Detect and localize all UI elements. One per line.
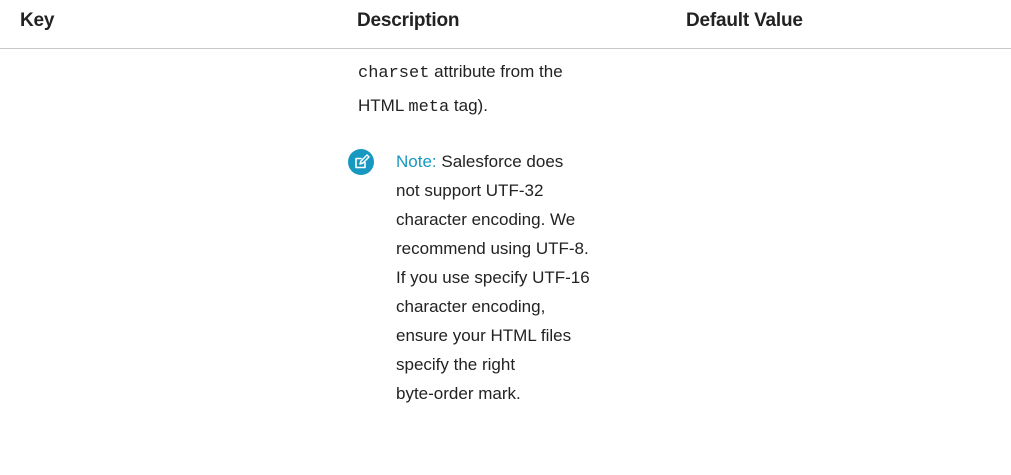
note-line: If you use specify UTF-16: [396, 268, 590, 287]
description-text: attribute from the: [429, 62, 563, 81]
note-label: Note:: [396, 152, 437, 171]
code-charset: charset: [358, 64, 430, 83]
note-line: byte-order mark.: [396, 384, 521, 403]
note-line: not support UTF-32: [396, 181, 544, 200]
note-line: character encoding,: [396, 297, 546, 316]
header-key: Key: [20, 10, 55, 31]
description-cell: charset attribute from the HTML meta tag…: [358, 56, 658, 124]
description-line: HTML meta tag).: [358, 90, 658, 124]
note-line: Note: Salesforce does: [396, 147, 666, 176]
note-line: recommend using UTF-8.: [396, 239, 589, 258]
header-default-value: Default Value: [686, 10, 803, 31]
note-line: specify the right: [396, 355, 516, 374]
code-meta: meta: [408, 98, 450, 117]
edit-note-icon: [348, 149, 374, 175]
note-text: Note: Salesforce does not support UTF-32…: [396, 147, 666, 408]
note-line: ensure your HTML files: [396, 326, 572, 345]
description-line: charset attribute from the: [358, 56, 658, 90]
header-divider: [0, 48, 1011, 49]
description-text: HTML: [358, 96, 409, 115]
note-line: character encoding. We: [396, 210, 576, 229]
description-text: tag).: [449, 96, 488, 115]
note-line-text: Salesforce does: [436, 152, 564, 171]
header-description: Description: [357, 10, 460, 31]
table-header-row: Key Description Default Value: [0, 0, 1011, 48]
